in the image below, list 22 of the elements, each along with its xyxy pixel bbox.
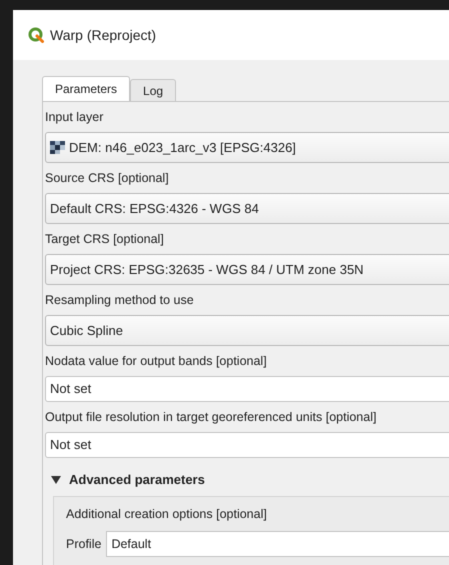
tab[interactable]: Parameters (42, 76, 130, 101)
dropdown-field[interactable]: Cubic Spline (45, 315, 449, 346)
parameter-label: Nodata value for output bands [optional] (45, 353, 268, 370)
raster-layer-icon (50, 141, 65, 154)
profile-label: Profile (66, 536, 102, 553)
caret-down-icon (51, 476, 61, 484)
parameter-label: Source CRS [optional] (45, 170, 170, 187)
tab[interactable]: Log (130, 79, 176, 101)
parameter-label: Output file resolution in target georeferenced units [optional] (45, 409, 378, 426)
dropdown-field[interactable]: Project CRS: EPSG:32635 - WGS 84 / UTM zone 35N (45, 254, 449, 285)
profile-dropdown[interactable]: Default (106, 531, 449, 558)
section-toggle[interactable]: Advanced parameters (51, 470, 205, 490)
dropdown-field[interactable]: DEM: n46_e023_1arc_v3 [EPSG:4326] (45, 132, 449, 163)
parameter-label: Resampling method to use (45, 292, 195, 309)
parameter-label: Input layer (45, 109, 104, 126)
app-logo-icon (28, 27, 44, 43)
options-label: Additional creation options [optional] (66, 506, 268, 523)
dropdown-field[interactable]: Default CRS: EPSG:4326 - WGS 84 (45, 193, 449, 224)
input-field[interactable]: Not set (45, 432, 449, 458)
parameter-label: Target CRS [optional] (45, 231, 165, 248)
input-field[interactable]: Not set (45, 376, 449, 402)
window-title: Warp (Reproject) (50, 26, 156, 45)
